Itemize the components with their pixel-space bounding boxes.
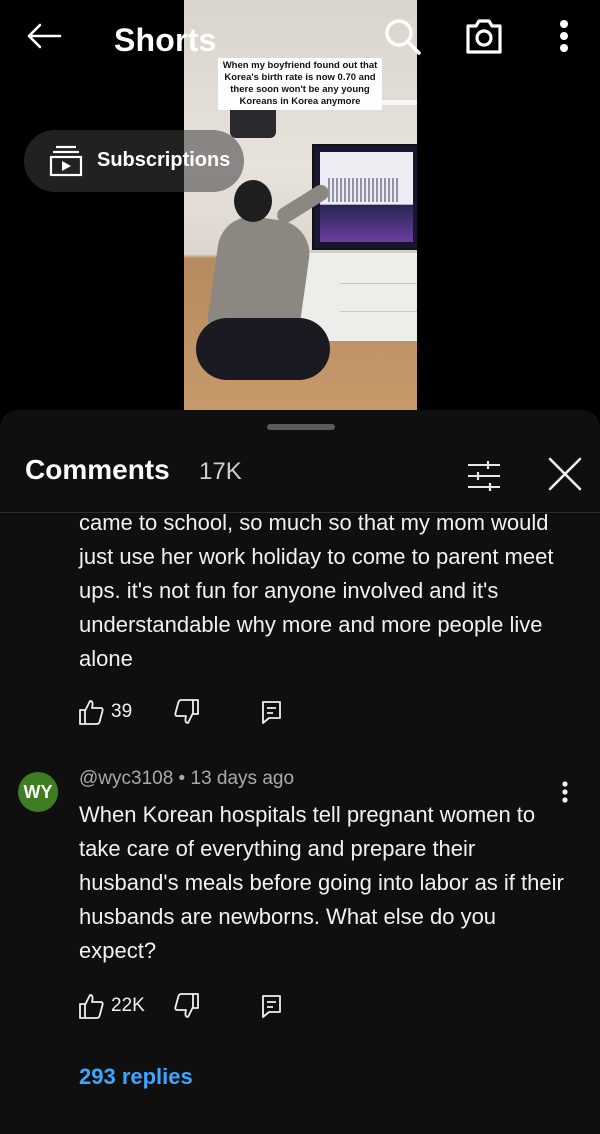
comment-time: 13 days ago [190,768,295,789]
view-replies-link[interactable]: 293 replies [79,1064,193,1090]
filter-icon[interactable] [460,452,508,500]
subscriptions-button[interactable]: Subscriptions [24,130,244,192]
comments-header: Comments 17K [0,444,600,510]
like-button[interactable] [78,698,104,728]
reply-icon [262,995,281,1018]
reply-icon [262,701,281,724]
back-arrow-icon[interactable] [24,20,64,52]
thumbs-up-icon [79,700,104,725]
dislike-button[interactable] [174,992,200,1022]
avatar[interactable]: WY [18,772,58,812]
thumbs-down-icon [174,699,199,724]
like-count: 39 [111,701,133,722]
dislike-button[interactable] [174,698,200,728]
video-area: When my boyfriend found out that Korea's… [0,0,600,410]
comments-panel: Comments 17K came to school, so much so … [0,410,600,1134]
comment-author[interactable]: @wyc3108 [79,768,173,789]
comment-actions: 39 [78,698,318,728]
comment-text: When Korean hospitals tell pregnant wome… [79,802,564,963]
comment-actions: 22K [78,992,318,1022]
video-caption: When my boyfriend found out that Korea's… [218,58,382,110]
page-title: Shorts [114,22,217,58]
video-person-legs [196,318,330,380]
camera-icon[interactable] [462,14,506,58]
reply-button[interactable] [260,698,284,728]
thumbs-up-icon [79,994,104,1019]
search-icon[interactable] [380,14,424,58]
subscriptions-icon [49,143,83,177]
comment-meta: @wyc3108 • 13 days ago [79,768,294,790]
like-button[interactable] [78,992,104,1022]
video-lamp [230,108,276,138]
like-count: 22K [111,995,145,1016]
video-person-head [234,180,272,222]
more-vertical-icon[interactable] [544,14,584,58]
comment-text: came to school, so much so that my mom w… [79,510,554,671]
video-thumbnail[interactable]: When my boyfriend found out that Korea's… [184,0,417,410]
comments-title: Comments [25,454,170,485]
subscriptions-label: Subscriptions [97,149,231,171]
comments-count: 17K [199,458,242,485]
thumbs-down-icon [174,993,199,1018]
reply-button[interactable] [260,992,284,1022]
meta-separator: • [173,768,191,789]
drag-handle[interactable] [267,424,335,430]
close-icon[interactable] [543,452,587,496]
